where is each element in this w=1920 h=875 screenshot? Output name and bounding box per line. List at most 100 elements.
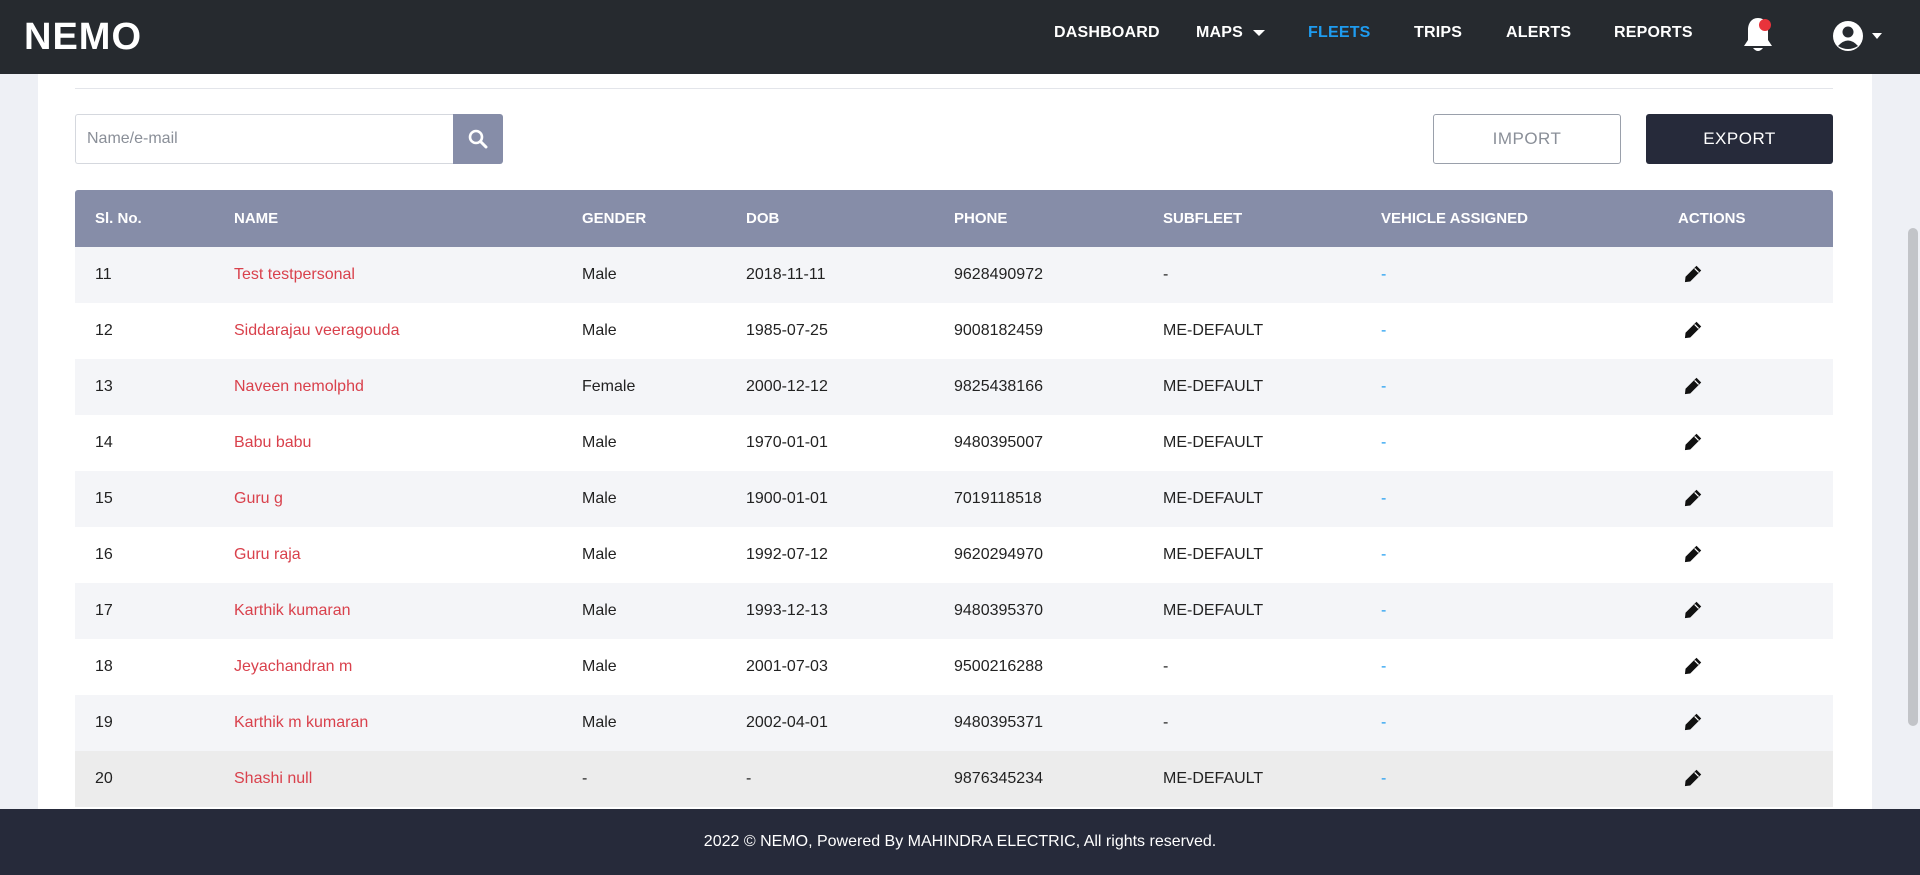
cell-dob: 1985-07-25 (746, 322, 828, 339)
col-actions: ACTIONS (1678, 210, 1746, 227)
cell-gender: Male (582, 658, 617, 675)
nav-reports[interactable]: REPORTS (1614, 24, 1693, 42)
cell-sl-no: 12 (95, 322, 113, 339)
driver-name-link[interactable]: Naveen nemolphd (234, 378, 364, 396)
table-row: 12 Siddarajau veeragouda Male 1985-07-25 900… (75, 303, 1833, 359)
search-button[interactable] (453, 114, 503, 164)
search-input[interactable] (75, 114, 454, 164)
cell-phone: 9825438166 (954, 378, 1043, 395)
cell-vehicle-assigned: - (1381, 602, 1387, 619)
col-sl-no[interactable]: Sl. No. (95, 210, 142, 227)
cell-gender: Male (582, 714, 617, 731)
table-row: 15 Guru g Male 1900-01-01 7019118518 ME-DEFAU… (75, 471, 1833, 527)
driver-name-link[interactable]: Karthik m kumaran (234, 714, 368, 732)
nav-maps[interactable]: MAPS (1196, 24, 1266, 42)
nemo-logo[interactable]: NEMO (24, 18, 142, 56)
edit-pencil-icon[interactable] (1684, 321, 1702, 339)
cell-vehicle-assigned: - (1381, 714, 1387, 731)
cell-vehicle-assigned: - (1381, 378, 1387, 395)
table-row: 19 Karthik m kumaran Male 2002-04-01 9480395… (75, 695, 1833, 751)
col-subfleet[interactable]: SUBFLEET (1163, 210, 1242, 227)
driver-name-link[interactable]: Test testpersonal (234, 266, 355, 284)
chevron-down-icon (1253, 29, 1266, 36)
driver-name-link[interactable]: Siddarajau veeragouda (234, 322, 399, 340)
driver-name-link[interactable]: Guru raja (234, 546, 301, 564)
divider (75, 88, 1833, 89)
cell-phone: 9480395370 (954, 602, 1043, 619)
cell-dob: 1993-12-13 (746, 602, 828, 619)
cell-phone: 9480395007 (954, 434, 1043, 451)
import-button[interactable]: IMPORT (1433, 114, 1621, 164)
export-button[interactable]: EXPORT (1646, 114, 1833, 164)
cell-sl-no: 13 (95, 378, 113, 395)
cell-gender: Male (582, 546, 617, 563)
scrollbar-thumb[interactable] (1908, 228, 1918, 726)
cell-vehicle-assigned: - (1381, 434, 1387, 451)
footer: 2022 © NEMO, Powered By MAHINDRA ELECTRI… (0, 809, 1920, 875)
edit-pencil-icon[interactable] (1684, 601, 1702, 619)
cell-phone: 7019118518 (954, 490, 1042, 507)
edit-pencil-icon[interactable] (1684, 545, 1702, 563)
col-dob[interactable]: DOB (746, 210, 779, 227)
nav-dashboard[interactable]: DASHBOARD (1054, 24, 1160, 42)
cell-sl-no: 18 (95, 658, 113, 675)
col-vehicle-assigned[interactable]: VEHICLE ASSIGNED (1381, 210, 1528, 227)
cell-sl-no: 19 (95, 714, 113, 731)
driver-name-link[interactable]: Shashi null (234, 770, 312, 788)
top-navbar: NEMO DASHBOARD MAPS FLEETS TRIPS ALERTS … (0, 0, 1920, 74)
cell-sl-no: 15 (95, 490, 113, 507)
nav-alerts[interactable]: ALERTS (1506, 24, 1571, 42)
driver-name-link[interactable]: Guru g (234, 490, 283, 508)
cell-subfleet: ME-DEFAULT (1163, 770, 1264, 787)
cell-gender: Female (582, 378, 636, 395)
cell-subfleet: - (1163, 266, 1169, 283)
search-bar (75, 114, 503, 164)
edit-pencil-icon[interactable] (1684, 377, 1702, 395)
cell-phone: 9008182459 (954, 322, 1043, 339)
cell-vehicle-assigned: - (1381, 266, 1387, 283)
cell-phone: 9876345234 (954, 770, 1043, 787)
user-menu[interactable] (1832, 20, 1886, 52)
driver-name-link[interactable]: Karthik kumaran (234, 602, 351, 620)
edit-pencil-icon[interactable] (1684, 769, 1702, 787)
cell-subfleet: ME-DEFAULT (1163, 602, 1264, 619)
cell-gender: Male (582, 266, 617, 283)
nav-fleets[interactable]: FLEETS (1308, 24, 1371, 42)
cell-subfleet: ME-DEFAULT (1163, 322, 1264, 339)
edit-pencil-icon[interactable] (1684, 657, 1702, 675)
cell-dob: 2018-11-11 (746, 266, 826, 283)
table-header: Sl. No. NAME GENDER DOB PHONE SUBFLEET V… (75, 190, 1833, 247)
cell-sl-no: 16 (95, 546, 113, 563)
cell-vehicle-assigned: - (1381, 322, 1387, 339)
footer-text: 2022 © NEMO, Powered By MAHINDRA ELECTRI… (703, 833, 1217, 850)
edit-pencil-icon[interactable] (1684, 433, 1702, 451)
cell-subfleet: - (1163, 658, 1169, 675)
col-phone[interactable]: PHONE (954, 210, 1007, 227)
nav-trips[interactable]: TRIPS (1414, 24, 1462, 42)
col-name[interactable]: NAME (234, 210, 278, 227)
cell-vehicle-assigned: - (1381, 658, 1387, 675)
table-row: 16 Guru raja Male 1992-07-12 9620294970 ME-DE… (75, 527, 1833, 583)
cell-vehicle-assigned: - (1381, 770, 1387, 787)
cell-subfleet: - (1163, 714, 1169, 731)
cell-gender: Male (582, 434, 617, 451)
cell-dob: 1970-01-01 (746, 434, 828, 451)
cell-sl-no: 20 (95, 770, 113, 787)
table-body: 11 Test testpersonal Male 2018-11-11 9628490… (75, 247, 1833, 807)
edit-pencil-icon[interactable] (1684, 489, 1702, 507)
cell-phone: 9628490972 (954, 266, 1043, 283)
cell-dob: 1992-07-12 (746, 546, 828, 563)
edit-pencil-icon[interactable] (1684, 713, 1702, 731)
table-row: 17 Karthik kumaran Male 1993-12-13 948039537… (75, 583, 1833, 639)
cell-gender: Male (582, 602, 617, 619)
drivers-table: Sl. No. NAME GENDER DOB PHONE SUBFLEET V… (75, 190, 1833, 807)
edit-pencil-icon[interactable] (1684, 265, 1702, 283)
driver-name-link[interactable]: Babu babu (234, 434, 311, 452)
driver-name-link[interactable]: Jeyachandran m (234, 658, 352, 676)
col-gender[interactable]: GENDER (582, 210, 646, 227)
cell-sl-no: 17 (95, 602, 113, 619)
cell-gender: - (582, 770, 588, 787)
cell-subfleet: ME-DEFAULT (1163, 546, 1264, 563)
cell-vehicle-assigned: - (1381, 546, 1387, 563)
cell-gender: Male (582, 322, 617, 339)
